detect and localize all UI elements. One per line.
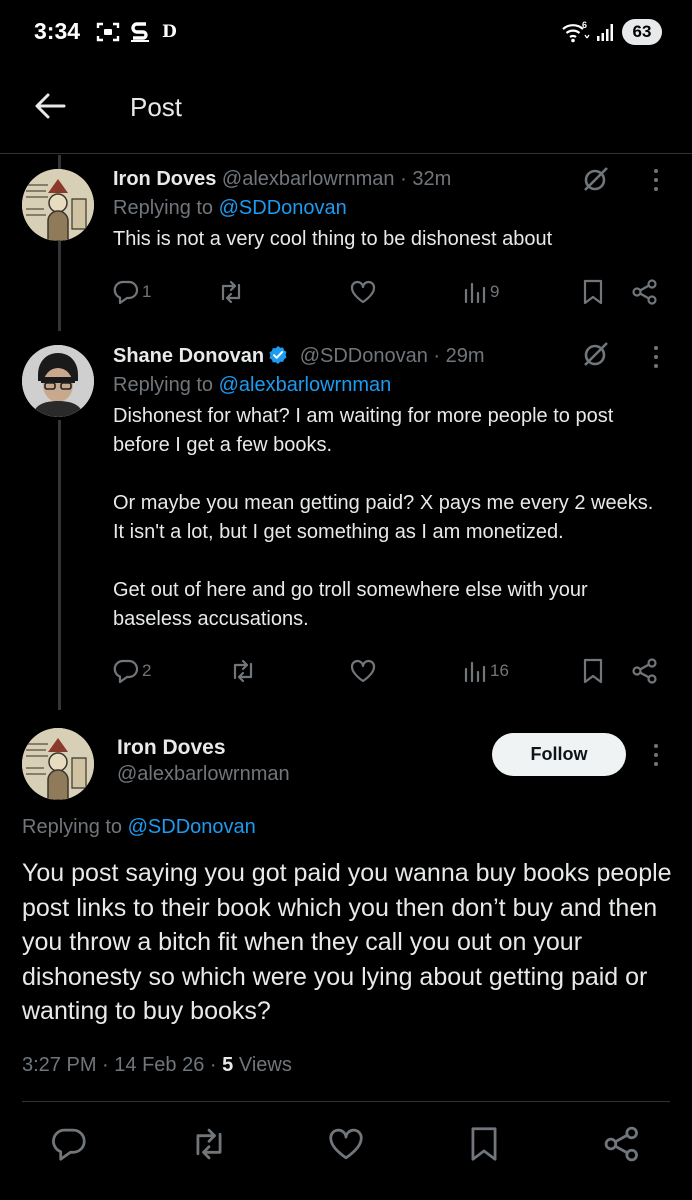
screenshot-icon: [96, 22, 120, 42]
post-time[interactable]: 3:27 PM: [22, 1054, 96, 1076]
replying-to: Replying to @SDDonovan: [22, 816, 256, 839]
views-icon: [464, 661, 486, 683]
bookmark-icon[interactable]: [467, 1126, 501, 1162]
author-name[interactable]: Iron Doves: [117, 736, 226, 760]
views-label: Views: [238, 1054, 292, 1076]
grok-icon[interactable]: [580, 165, 610, 195]
repost-icon: [221, 280, 241, 304]
action-bar: 2 16: [113, 658, 660, 688]
replying-prefix: Replying to: [113, 374, 214, 396]
author-name[interactable]: Shane Donovan: [113, 345, 264, 367]
follow-button[interactable]: Follow: [492, 733, 626, 776]
bookmark-icon: [583, 658, 603, 684]
post-header: Post: [0, 66, 692, 154]
author-handle[interactable]: @alexbarlowrnman: [117, 763, 290, 786]
avatar[interactable]: [22, 345, 94, 417]
avatar-illustration-icon: [22, 169, 94, 241]
avatar[interactable]: [22, 169, 94, 241]
replying-to-link[interactable]: @SDDonovan: [219, 197, 347, 219]
tweet-text: Dishonest for what? I am waiting for mor…: [113, 405, 654, 630]
views-count: 9: [490, 282, 500, 301]
share-icon: [632, 279, 657, 305]
status-d-icon: D: [162, 22, 177, 42]
views-button[interactable]: 16: [463, 658, 509, 684]
avatar-illustration-icon: [22, 728, 94, 800]
reply-count: 2: [142, 661, 152, 680]
more-icon[interactable]: [646, 165, 666, 195]
replying-to: Replying to @alexbarlowrnman: [113, 370, 664, 400]
like-icon[interactable]: [326, 1126, 366, 1162]
reply-tweet[interactable]: Shane Donovan @SDDonovan · 29m Replying …: [0, 330, 692, 710]
repost-icon[interactable]: [189, 1126, 229, 1162]
main-action-bar: [0, 1126, 692, 1166]
bookmark-icon: [583, 279, 603, 305]
tweet-text: This is not a very cool thing to be dish…: [113, 228, 553, 250]
reply-icon: [113, 659, 139, 684]
reply-icon[interactable]: [50, 1126, 88, 1162]
page-title: Post: [130, 92, 183, 122]
meta-separator: ·: [400, 168, 407, 190]
share-icon: [632, 658, 657, 684]
back-arrow-icon[interactable]: [32, 88, 68, 124]
share-button[interactable]: [631, 279, 659, 305]
like-button[interactable]: [349, 658, 377, 684]
repost-icon: [233, 659, 253, 683]
author-handle[interactable]: @alexbarlowrnman: [222, 168, 395, 190]
post-time[interactable]: 32m: [412, 168, 451, 190]
replying-prefix: Replying to: [113, 197, 214, 219]
meta-separator: ·: [102, 1054, 109, 1076]
verified-badge-icon: [269, 346, 287, 364]
reply-count: 1: [142, 282, 152, 301]
views-count: 16: [490, 661, 509, 680]
wifi-icon: 6: [562, 20, 590, 43]
scooter-s-icon: [131, 22, 149, 42]
views-button[interactable]: 9: [463, 279, 499, 305]
more-icon[interactable]: [646, 740, 666, 770]
reply-button[interactable]: 1: [113, 279, 151, 305]
action-bar: 1 9: [113, 279, 660, 309]
post-date[interactable]: 14 Feb 26: [114, 1054, 204, 1076]
divider: [22, 1101, 670, 1102]
author-name[interactable]: Iron Doves: [113, 168, 216, 190]
status-time: 3:34: [34, 18, 81, 44]
like-icon: [350, 280, 376, 304]
bookmark-button[interactable]: [581, 658, 605, 684]
views-icon: [464, 282, 486, 304]
repost-button[interactable]: [217, 279, 245, 305]
status-bar: 3:34 D 6 63: [0, 0, 692, 66]
grok-icon[interactable]: [580, 340, 610, 370]
reply-icon: [113, 280, 139, 305]
meta-separator: ·: [209, 1054, 217, 1076]
avatar-photo-icon: [22, 345, 94, 417]
replying-to-link[interactable]: @alexbarlowrnman: [219, 374, 392, 396]
battery-indicator: 63: [622, 19, 662, 45]
reply-tweet[interactable]: Iron Doves @alexbarlowrnman · 32m Replyi…: [0, 155, 692, 325]
status-notification-icons: D: [96, 20, 177, 44]
main-post: Iron Doves @alexbarlowrnman Follow Reply…: [0, 716, 692, 1200]
replying-prefix: Replying to: [22, 816, 123, 838]
author-handle[interactable]: @SDDonovan: [300, 345, 428, 367]
repost-button[interactable]: [229, 658, 257, 684]
avatar[interactable]: [22, 728, 94, 800]
like-button[interactable]: [349, 279, 377, 305]
post-time[interactable]: 29m: [446, 345, 485, 367]
share-button[interactable]: [631, 658, 659, 684]
meta-separator: ·: [433, 345, 441, 367]
reply-body: Shane Donovan @SDDonovan · 29m Replying …: [113, 342, 664, 634]
views-count[interactable]: 5: [222, 1054, 233, 1076]
network-type: 6: [582, 20, 587, 30]
share-icon[interactable]: [602, 1126, 642, 1162]
replying-to: Replying to @SDDonovan: [113, 193, 664, 223]
signal-icon: [597, 24, 613, 41]
replying-to-link[interactable]: @SDDonovan: [128, 816, 256, 838]
post-meta: 3:27 PM · 14 Feb 26 · 5 Views: [22, 1054, 292, 1077]
bookmark-button[interactable]: [581, 279, 605, 305]
status-system-icons: 6 63: [560, 19, 662, 45]
like-icon: [350, 659, 376, 683]
reply-button[interactable]: 2: [113, 658, 151, 684]
post-text: You post saying you got paid you wanna b…: [22, 859, 672, 1025]
more-icon[interactable]: [646, 342, 666, 372]
